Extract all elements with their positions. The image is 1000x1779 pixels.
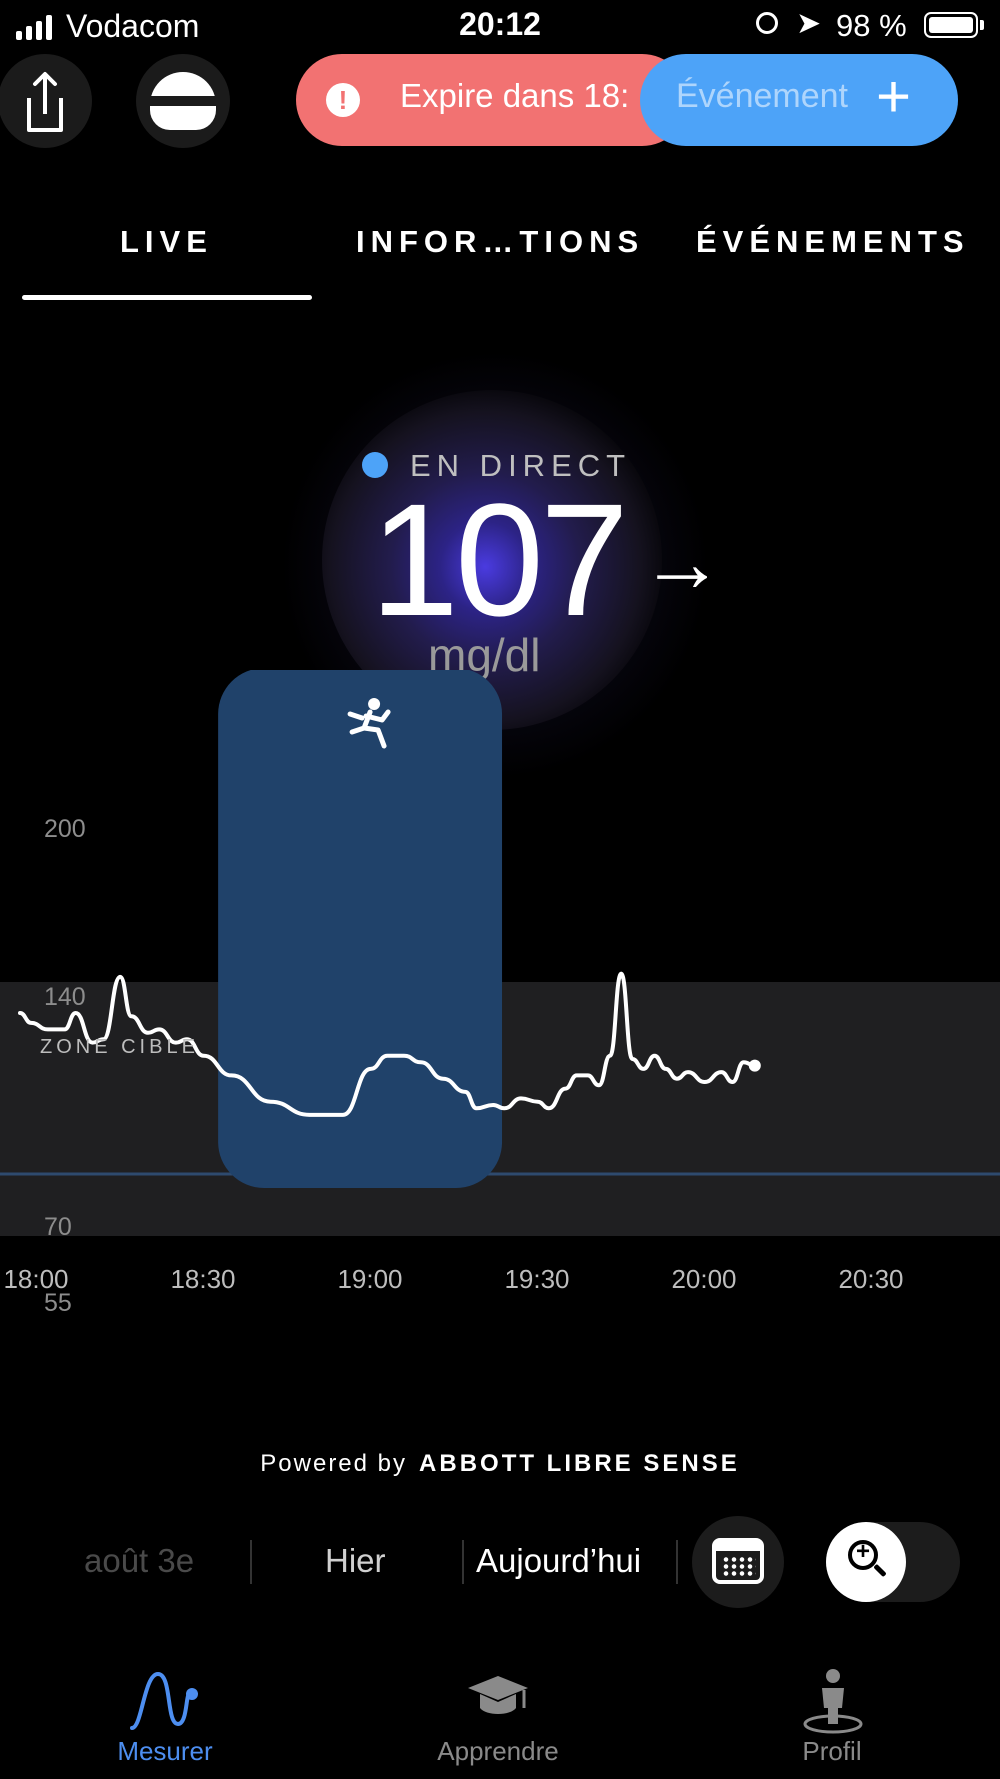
active-tab-indicator [22, 295, 312, 300]
y-tick-label: 70 [44, 1213, 72, 1241]
add-event-button[interactable]: Événement + [640, 54, 958, 146]
trend-arrow-icon: → [640, 515, 724, 609]
graduation-cap-icon [468, 1676, 528, 1714]
event-label: Événement [676, 77, 848, 115]
day-previous[interactable]: août 3e [84, 1542, 194, 1580]
nav-mesurer[interactable]: Mesurer [35, 1736, 295, 1767]
tab-live[interactable]: LIVE [120, 224, 213, 260]
person-icon [803, 1669, 863, 1734]
x-tick-label: 19:00 [337, 1264, 402, 1294]
day-separator [676, 1540, 678, 1584]
glucose-chart[interactable]: 2001407055 18:00 18:30 19:00 19:30 20:00 20:3… [0, 670, 1000, 1390]
tab-informations[interactable]: INFOR…TIONS [356, 224, 644, 260]
battery-nub [980, 20, 984, 30]
y-tick-label: 140 [44, 983, 86, 1011]
x-tick-label: 20:00 [671, 1264, 736, 1294]
rotation-lock-icon [756, 12, 778, 34]
sensor-icon-band [150, 96, 216, 106]
day-yesterday[interactable]: Hier [325, 1542, 386, 1580]
sensor-expiry-banner[interactable]: ! Expire dans 18: [296, 54, 688, 146]
powered-by-prefix: Powered by [260, 1450, 408, 1477]
x-tick-label: 19:30 [504, 1264, 569, 1294]
calendar-button[interactable] [692, 1516, 784, 1608]
target-zone-label: ZONE CIBLE [40, 1036, 199, 1058]
location-icon: ➤ [796, 7, 822, 40]
zoom-icon[interactable] [826, 1522, 906, 1602]
powered-by: Powered by ABBOTT LIBRE SENSE [0, 1450, 1000, 1478]
plus-icon: + [876, 63, 912, 130]
powered-by-brand: ABBOTT LIBRE SENSE [419, 1450, 740, 1477]
activity-event-bar[interactable] [218, 670, 503, 1188]
nav-profil[interactable]: Profil [702, 1736, 962, 1767]
x-tick-label: 20:30 [838, 1264, 903, 1294]
nav-apprendre[interactable]: Apprendre [368, 1736, 628, 1767]
calendar-icon [712, 1538, 764, 1584]
battery-percent: 98 % [836, 8, 907, 43]
alert-icon: ! [326, 83, 360, 117]
latest-reading-point [748, 1059, 761, 1072]
wave-icon [130, 1671, 198, 1730]
share-button[interactable] [0, 54, 92, 148]
y-tick-label: 200 [44, 815, 86, 843]
sensor-button[interactable] [136, 54, 230, 148]
day-today[interactable]: Aujourd’hui [476, 1542, 641, 1580]
expiry-text: Expire dans 18: [400, 77, 630, 114]
glucose-value: 107 [370, 470, 629, 649]
tab-evenements[interactable]: ÉVÉNEMENTS [696, 224, 970, 260]
x-tick-label: 18:30 [170, 1264, 235, 1294]
status-bar: Vodacom 20:12 ➤ 98 % [0, 0, 1000, 55]
day-separator [250, 1540, 252, 1584]
share-icon [27, 72, 63, 132]
battery-icon [924, 12, 978, 38]
day-separator [462, 1540, 464, 1584]
x-tick-label: 18:00 [3, 1264, 68, 1294]
